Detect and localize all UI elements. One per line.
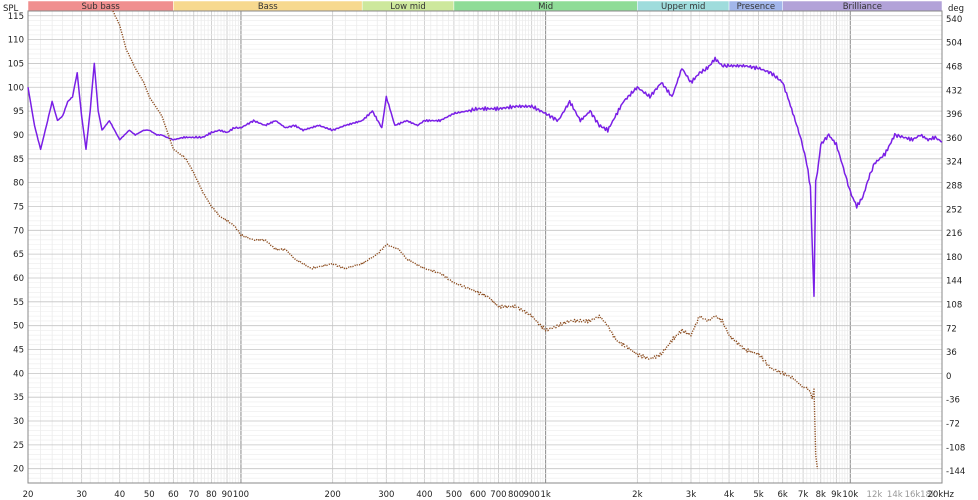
y2-tick-label: -72 <box>946 420 960 430</box>
y-tick-label: 50 <box>13 322 24 332</box>
x-tick-label: 80 <box>206 490 217 500</box>
y-tick-label: 75 <box>13 202 24 212</box>
x-tick-label: 300 <box>378 490 394 500</box>
x-tick-label: 4k <box>724 490 734 500</box>
x-axis: 20 30 40 50 60 70 80 90 100 200 300 400 500 600 700 800… <box>23 490 955 500</box>
y2-tick-label: -36 <box>946 396 960 406</box>
y-tick-label: 45 <box>13 346 24 356</box>
y2-tick-label: 432 <box>946 86 962 96</box>
x-tick-label: 500 <box>446 490 462 500</box>
y-tick-label: 20 <box>13 465 24 475</box>
spl-response-line <box>27 56 943 298</box>
x-tick-label: 800 <box>508 490 524 500</box>
right-axis: -144 -108 -72 -36 0 36 72 108 144 180 216 252 288 324… <box>946 15 965 477</box>
x-tick-label: 3k <box>686 490 696 500</box>
y2-tick-label: 144 <box>946 277 962 287</box>
x-tick-label: 8k <box>816 490 826 500</box>
frequency-response-chart: Sub bass Bass Low mid Mid Upper mid Presence B… <box>3 0 965 500</box>
y2-tick-label: 252 <box>946 205 962 215</box>
y-tick-label: 35 <box>13 393 24 403</box>
x-tick-label: 5k <box>753 490 763 500</box>
y2-tick-label: 504 <box>946 39 962 49</box>
y2-tick-label: 72 <box>946 324 957 334</box>
x-tick-label: 100 <box>233 490 249 500</box>
y-tick-label: 30 <box>13 417 24 427</box>
x-tick-label: 9k <box>831 490 841 500</box>
x-tick-label: 20kHz <box>927 490 954 500</box>
x-tick-label: 12k <box>867 490 883 500</box>
y2-tick-label: 0 <box>946 372 951 382</box>
y2-tick-label: 324 <box>946 158 962 168</box>
y-tick-label: 80 <box>13 179 24 189</box>
y2-tick-label: 360 <box>946 134 962 144</box>
y2-tick-label: 468 <box>946 63 962 73</box>
deg-axis-label: deg <box>948 4 964 14</box>
y-tick-label: 70 <box>13 226 24 236</box>
x-tick-label: 10k <box>842 490 858 500</box>
x-tick-label: 14k <box>887 490 903 500</box>
x-tick-label: 7k <box>798 490 808 500</box>
x-tick-label: 90 <box>222 490 233 500</box>
y-tick-label: 90 <box>13 131 24 141</box>
x-tick-label: 16k <box>905 490 921 500</box>
y2-tick-label: 180 <box>946 253 962 263</box>
x-tick-label: 60 <box>168 490 179 500</box>
y2-tick-label: -108 <box>946 443 965 453</box>
x-tick-label: 20 <box>23 490 34 500</box>
y-tick-label: 65 <box>13 250 24 260</box>
y2-tick-label: 396 <box>946 110 962 120</box>
frequency-band-bar: Sub bass Bass Low mid Mid Upper mid Presence B… <box>27 0 943 12</box>
y-tick-label: 55 <box>13 298 24 308</box>
x-tick-label: 30 <box>76 490 87 500</box>
chart-grid <box>27 10 943 484</box>
y-tick-label: 60 <box>13 274 24 284</box>
x-tick-label: 70 <box>188 490 199 500</box>
x-tick-label: 40 <box>114 490 125 500</box>
spl-axis-label: SPL <box>3 4 19 14</box>
y-tick-label: 25 <box>13 441 24 451</box>
x-tick-label: 50 <box>144 490 155 500</box>
x-tick-label: 2k <box>632 490 642 500</box>
y-tick-label: 110 <box>8 36 24 46</box>
y-tick-label: 95 <box>13 107 24 117</box>
x-tick-label: 600 <box>470 490 486 500</box>
plot-frame <box>27 10 943 484</box>
y2-tick-label: 108 <box>946 301 962 311</box>
x-tick-label: 6k <box>778 490 788 500</box>
y2-tick-label: 36 <box>946 348 957 358</box>
x-tick-label: 900 <box>524 490 540 500</box>
y2-tick-label: 540 <box>946 15 962 25</box>
y-tick-label: 40 <box>13 369 24 379</box>
y2-tick-label: 288 <box>946 182 962 192</box>
x-tick-label: 400 <box>416 490 432 500</box>
y-tick-label: 85 <box>13 155 24 165</box>
y2-tick-label: -144 <box>946 467 965 477</box>
x-tick-label: 200 <box>325 490 341 500</box>
y-tick-label: 100 <box>8 83 24 93</box>
left-axis: 20 25 30 35 40 45 50 55 60 65 70 75 80 85 90 95 100 105 11… <box>8 12 24 475</box>
y2-tick-label: 216 <box>946 229 962 239</box>
y-tick-label: 105 <box>8 59 24 69</box>
x-tick-label: 700 <box>490 490 506 500</box>
x-tick-label: 1k <box>540 490 550 500</box>
